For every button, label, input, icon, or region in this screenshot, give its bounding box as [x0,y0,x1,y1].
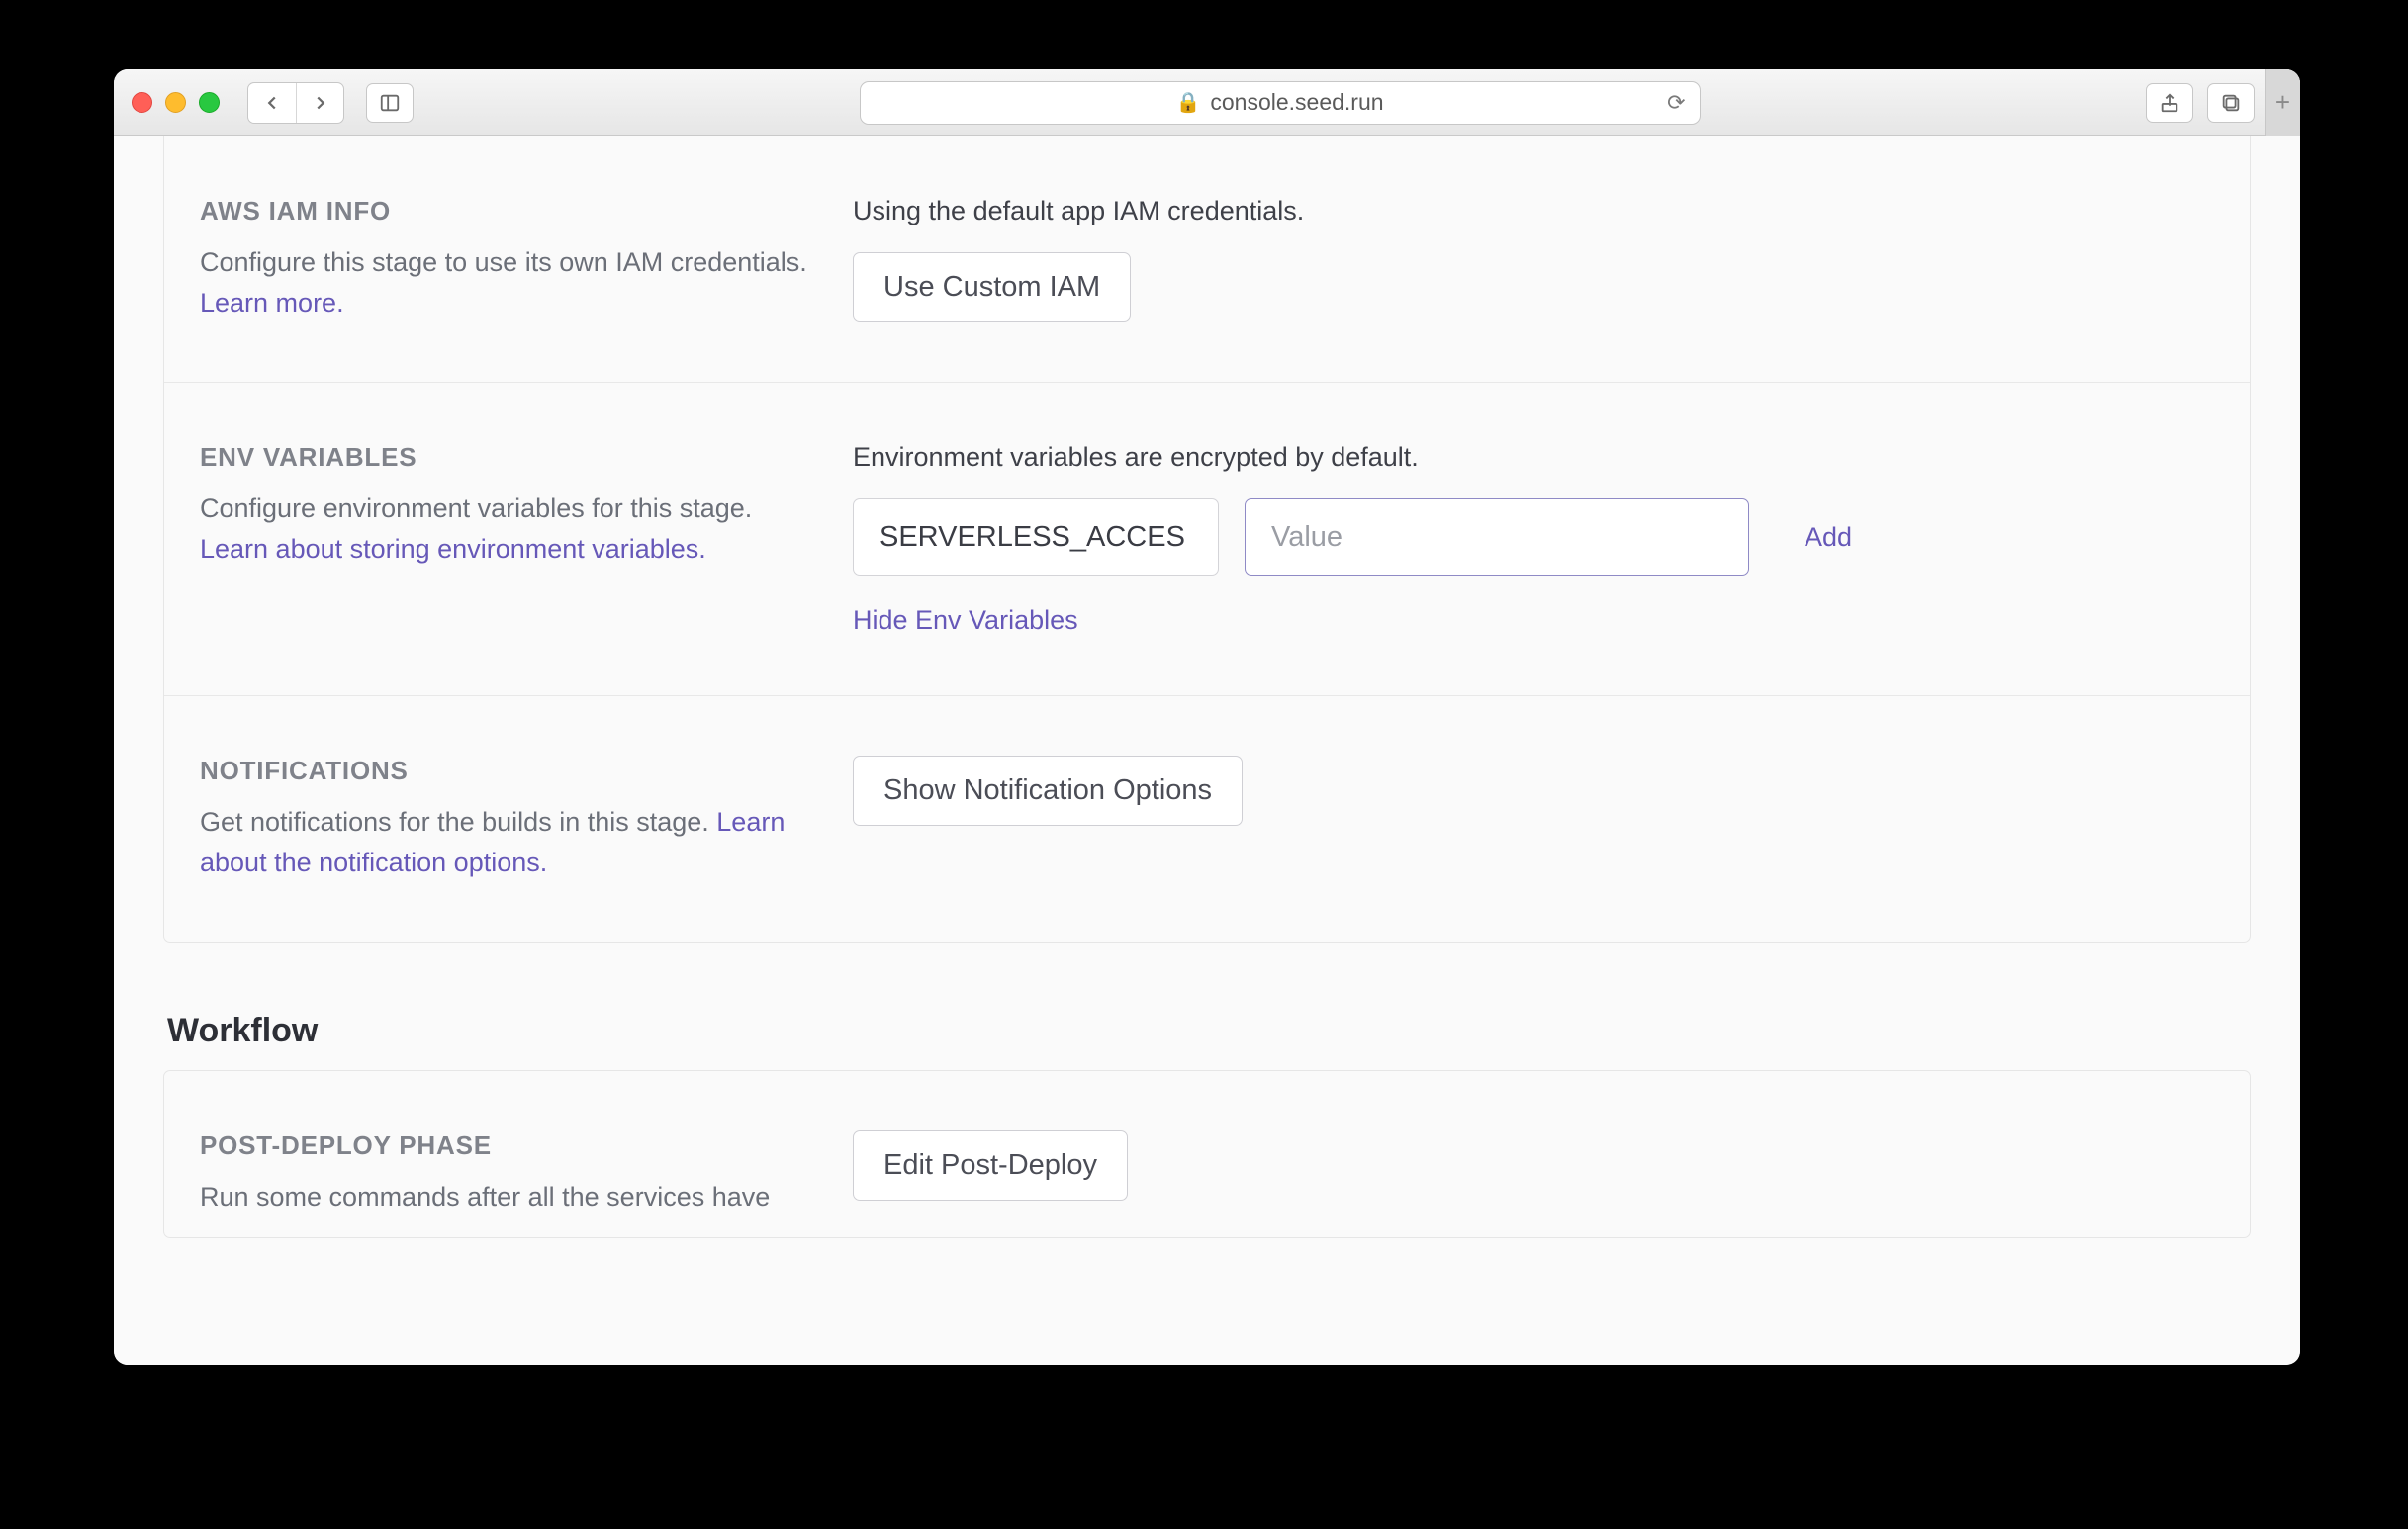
learn-env-link[interactable]: Learn about storing environment variable… [200,534,706,564]
titlebar: 🔒 console.seed.run ⟳ + [114,69,2300,136]
section-desc-postdeploy: Run some commands after all the services… [200,1177,813,1217]
toolbar-right [2146,83,2255,123]
section-title-env: ENV VARIABLES [200,442,813,473]
section-title-notifications: NOTIFICATIONS [200,756,813,786]
page-content: AWS IAM INFO Configure this stage to use… [114,136,2300,1365]
add-env-link[interactable]: Add [1805,522,1852,553]
sidebar-toggle-button[interactable] [366,83,414,123]
share-button[interactable] [2146,83,2193,123]
new-tab-button[interactable]: + [2265,69,2300,136]
url-text: console.seed.run [1210,89,1383,116]
browser-window: 🔒 console.seed.run ⟳ + AWS IAM INFO [114,69,2300,1365]
env-value-input[interactable] [1245,498,1749,576]
use-custom-iam-button[interactable]: Use Custom IAM [853,252,1131,322]
workflow-card: POST-DEPLOY PHASE Run some commands afte… [163,1070,2251,1238]
back-button[interactable] [248,83,296,123]
maximize-window-button[interactable] [199,92,220,113]
section-title-iam: AWS IAM INFO [200,196,813,226]
lock-icon: 🔒 [1175,90,1200,115]
iam-status-text: Using the default app IAM credentials. [853,196,2214,226]
sidebar-icon [379,92,401,114]
edit-post-deploy-button[interactable]: Edit Post-Deploy [853,1130,1128,1201]
share-icon [2159,92,2180,114]
section-desc-notifications: Get notifications for the builds in this… [200,802,813,882]
nav-buttons [247,82,344,124]
settings-card: AWS IAM INFO Configure this stage to use… [163,136,2251,943]
close-window-button[interactable] [132,92,152,113]
hide-env-link[interactable]: Hide Env Variables [853,605,1078,636]
address-bar[interactable]: 🔒 console.seed.run ⟳ [860,81,1701,125]
chevron-right-icon [310,92,331,114]
tabs-icon [2220,92,2242,114]
chevron-left-icon [261,92,283,114]
workflow-heading: Workflow [167,1012,2251,1050]
minimize-window-button[interactable] [165,92,186,113]
tabs-button[interactable] [2207,83,2255,123]
section-desc-env: Configure environment variables for this… [200,489,813,569]
env-status-text: Environment variables are encrypted by d… [853,442,2214,473]
reload-button[interactable]: ⟳ [1667,90,1685,116]
section-title-postdeploy: POST-DEPLOY PHASE [200,1130,813,1161]
section-desc-iam: Configure this stage to use its own IAM … [200,242,813,322]
section-iam: AWS IAM INFO Configure this stage to use… [164,136,2250,382]
learn-more-iam-link[interactable]: Learn more. [200,288,344,317]
window-controls [132,92,220,113]
env-var-row: Add [853,498,2214,576]
show-notification-options-button[interactable]: Show Notification Options [853,756,1243,826]
section-postdeploy: POST-DEPLOY PHASE Run some commands afte… [164,1071,2250,1237]
env-key-input[interactable] [853,498,1219,576]
section-notifications: NOTIFICATIONS Get notifications for the … [164,695,2250,942]
section-env: ENV VARIABLES Configure environment vari… [164,382,2250,695]
forward-button[interactable] [296,83,343,123]
